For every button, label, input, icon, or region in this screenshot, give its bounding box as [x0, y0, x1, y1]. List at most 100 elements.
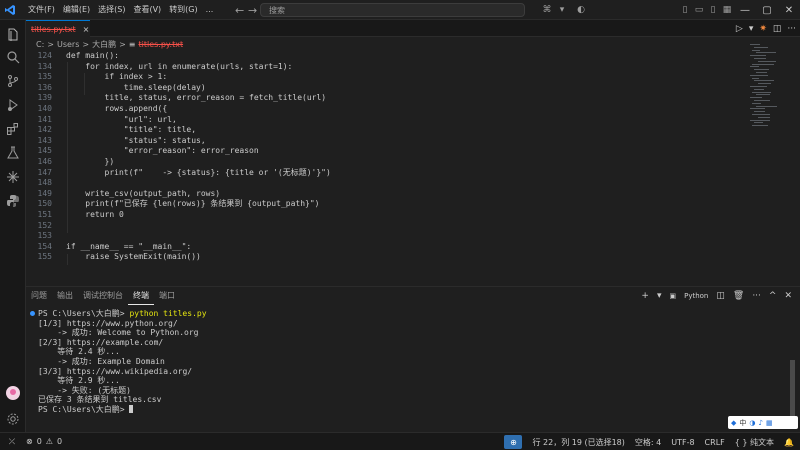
line-number[interactable]: 124: [26, 51, 52, 62]
ime-punctuation-icon[interactable]: ◑: [749, 419, 755, 427]
toggle-panel-icon[interactable]: ▭: [692, 0, 706, 20]
copilot-edit-icon[interactable]: ✷: [759, 24, 767, 34]
code-text: }): [66, 157, 115, 166]
code-line: 139 title, status, error_reason = fetch_…: [26, 93, 746, 104]
menu-bar: 文件(F) 编辑(E) 选择(S) 查看(V) 转到(G) ...: [24, 0, 217, 20]
split-terminal-icon[interactable]: ◫: [716, 291, 725, 301]
line-number[interactable]: 155: [26, 252, 52, 263]
terminal-python-icon: ▣: [669, 292, 677, 300]
problems-status[interactable]: ⊗ 0 ⚠ 0: [26, 437, 62, 446]
command-center-search[interactable]: 搜索: [260, 3, 525, 17]
close-window-button[interactable]: ✕: [778, 0, 800, 20]
tab-ports[interactable]: 端口: [154, 287, 180, 305]
language-mode[interactable]: { } 纯文本: [735, 437, 774, 448]
minimap-line: [754, 88, 764, 90]
tab-terminal[interactable]: 终端: [128, 287, 154, 305]
cursor-position[interactable]: 行 22，列 19 (已选择18): [532, 437, 624, 448]
copilot-icon[interactable]: ⌘: [540, 0, 554, 20]
copilot-spark-icon[interactable]: [4, 168, 22, 186]
run-chevron-icon[interactable]: ▾: [749, 24, 754, 34]
menu-go[interactable]: 转到(G): [165, 0, 201, 20]
tab-output[interactable]: 输出: [52, 287, 78, 305]
code-text: time.sleep(delay): [66, 82, 206, 92]
tab-debug-console[interactable]: 调试控制台: [78, 287, 128, 305]
line-number[interactable]: 154: [26, 242, 52, 253]
maximize-button[interactable]: ▢: [756, 0, 778, 20]
explorer-icon[interactable]: [4, 26, 22, 44]
menu-edit[interactable]: 编辑(E): [59, 0, 94, 20]
line-number[interactable]: 136: [26, 83, 52, 94]
customize-layout-icon[interactable]: ▦: [720, 0, 734, 20]
forward-arrow-icon[interactable]: →: [248, 4, 257, 17]
menu-selection[interactable]: 选择(S): [94, 0, 129, 20]
breadcrumb-user[interactable]: 大白鹏: [92, 39, 116, 50]
terminal-shell-label[interactable]: Python: [684, 292, 708, 300]
run-debug-icon[interactable]: [4, 96, 22, 114]
new-terminal-icon[interactable]: +: [641, 291, 649, 301]
terminal[interactable]: PS C:\Users\大白鹏> python titles.py [1/3] …: [30, 309, 780, 427]
line-number[interactable]: 151: [26, 210, 52, 221]
search-icon[interactable]: [4, 48, 22, 66]
editor-tabs: titles.py.txt × ▷ ▾ ✷ ◫ ···: [26, 20, 800, 37]
more-actions-icon[interactable]: ···: [787, 24, 796, 34]
line-ending[interactable]: CRLF: [705, 438, 725, 447]
ime-mic-icon[interactable]: ♪: [759, 419, 763, 427]
line-number[interactable]: 150: [26, 199, 52, 210]
toggle-secondary-sidebar-icon[interactable]: ▯: [706, 0, 720, 20]
breadcrumb-users[interactable]: Users: [57, 40, 79, 49]
menu-view[interactable]: 查看(V): [129, 0, 165, 20]
terminal-dropdown-icon[interactable]: ▾: [657, 291, 662, 301]
line-number[interactable]: 134: [26, 62, 52, 73]
more-actions-icon[interactable]: ···: [752, 291, 761, 301]
avatar[interactable]: [4, 384, 22, 402]
breadcrumb-drive[interactable]: C:: [36, 40, 44, 49]
breadcrumb-file[interactable]: titles.py.txt: [139, 40, 184, 49]
line-number[interactable]: 140: [26, 104, 52, 115]
extensions-icon[interactable]: [4, 120, 22, 138]
accounts-circle-icon[interactable]: ◐: [574, 0, 588, 20]
line-number[interactable]: 142: [26, 125, 52, 136]
line-number[interactable]: 141: [26, 115, 52, 126]
code-editor[interactable]: 124 def main(): 134 for index, url in enum…: [26, 51, 746, 286]
line-number[interactable]: 147: [26, 168, 52, 179]
source-control-icon[interactable]: [4, 72, 22, 90]
line-number[interactable]: 146: [26, 157, 52, 168]
notifications-bell-icon[interactable]: 🔔: [784, 438, 794, 447]
testing-flask-icon[interactable]: [4, 144, 22, 162]
split-editor-icon[interactable]: ◫: [773, 24, 782, 34]
ime-language[interactable]: 中: [739, 418, 746, 428]
back-arrow-icon[interactable]: ←: [235, 4, 244, 17]
close-panel-icon[interactable]: ✕: [784, 291, 792, 301]
close-tab-icon[interactable]: ×: [83, 25, 90, 34]
menu-file[interactable]: 文件(F): [24, 0, 59, 20]
line-number[interactable]: 143: [26, 136, 52, 147]
line-number[interactable]: 153: [26, 231, 52, 242]
settings-gear-icon[interactable]: [4, 410, 22, 428]
kill-terminal-icon[interactable]: 🗑: [733, 291, 744, 301]
line-number[interactable]: 149: [26, 189, 52, 200]
breadcrumb-sep-icon: >: [47, 39, 54, 49]
indentation[interactable]: 空格: 4: [635, 437, 661, 448]
line-number[interactable]: 135: [26, 72, 52, 83]
tab-problems[interactable]: 问题: [26, 287, 52, 305]
line-number[interactable]: 145: [26, 146, 52, 157]
line-number[interactable]: 139: [26, 93, 52, 104]
tab-titles-py-txt[interactable]: titles.py.txt ×: [26, 20, 90, 37]
code-line: 148: [26, 178, 746, 189]
line-number[interactable]: 148: [26, 178, 52, 189]
minimize-button[interactable]: —: [734, 0, 756, 20]
encoding[interactable]: UTF-8: [671, 438, 694, 447]
remote-icon[interactable]: ⤫: [0, 433, 24, 450]
python-icon[interactable]: [4, 192, 22, 210]
line-number[interactable]: 152: [26, 221, 52, 232]
ime-grid-icon[interactable]: ▦: [766, 419, 773, 427]
ime-toolbar[interactable]: ◆ 中 ◑ ♪ ▦: [728, 416, 798, 429]
maximize-panel-icon[interactable]: ^: [769, 291, 777, 301]
run-file-icon[interactable]: ▷: [736, 24, 743, 34]
toggle-sidebar-icon[interactable]: ▯: [678, 0, 692, 20]
copilot-chevron-icon[interactable]: ▾: [555, 0, 569, 20]
zoom-icon[interactable]: ⊕: [504, 435, 523, 449]
editor-actions: ▷ ▾ ✷ ◫ ···: [736, 20, 796, 37]
minimap[interactable]: [748, 44, 788, 134]
menu-more[interactable]: ...: [202, 0, 218, 20]
